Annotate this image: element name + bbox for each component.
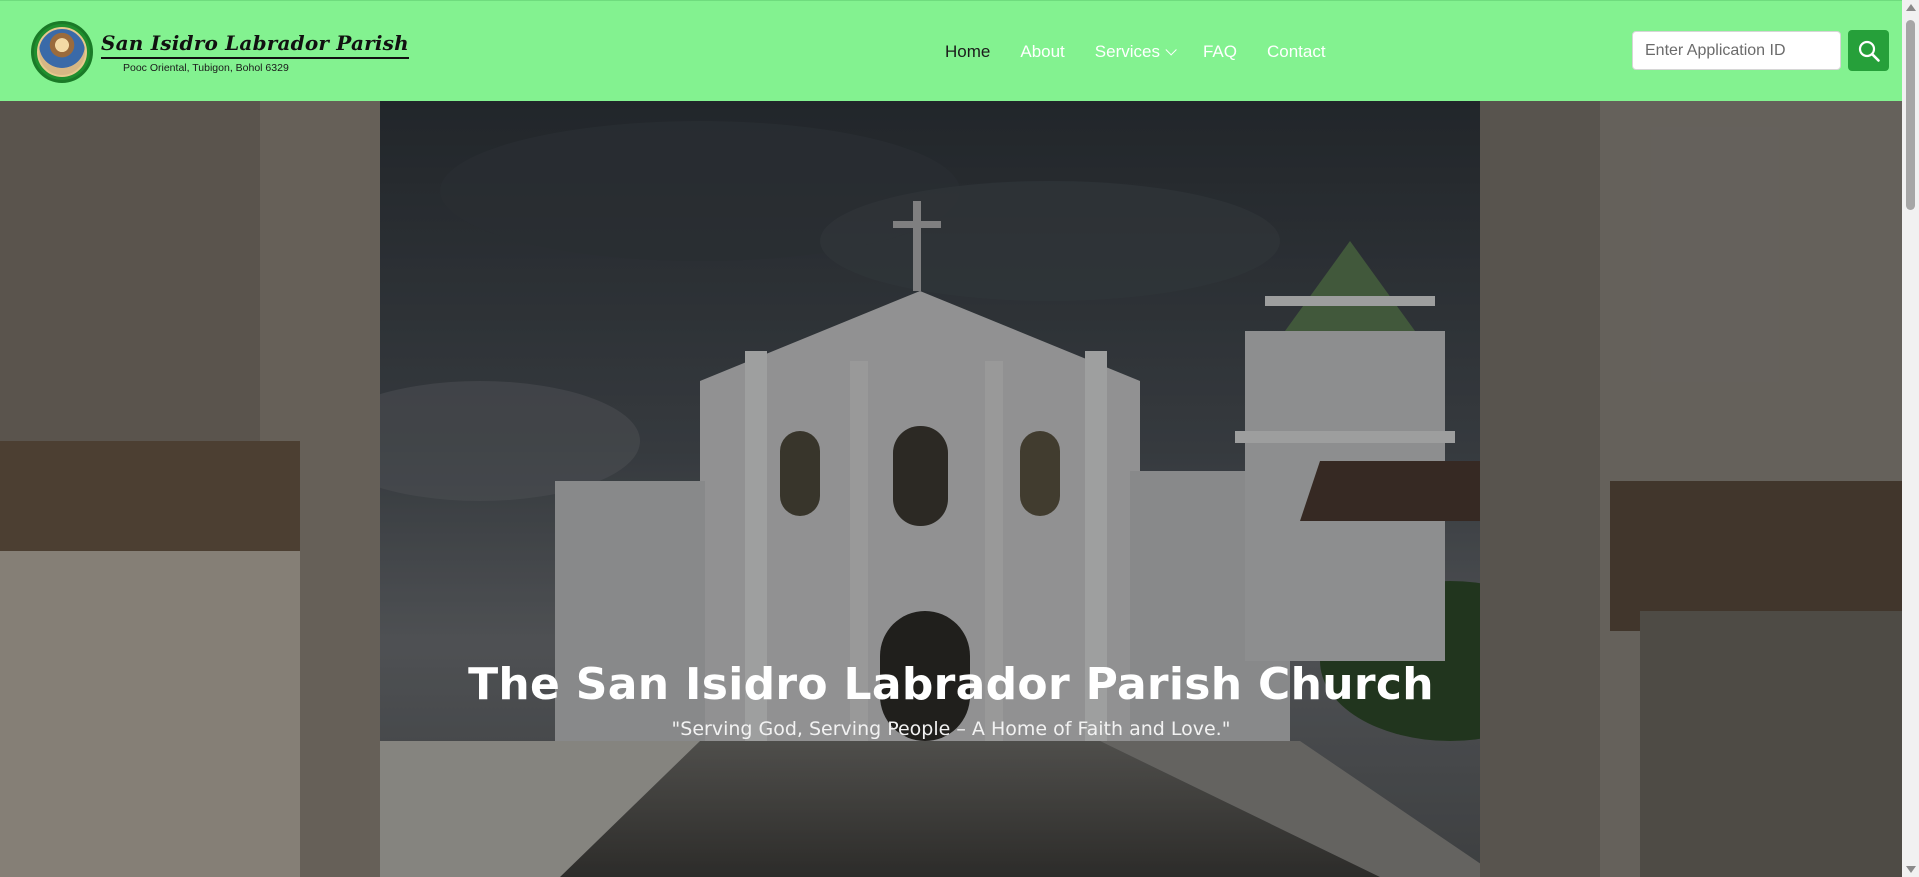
scrollbar-thumb[interactable]	[1906, 20, 1915, 210]
page-scrollbar[interactable]	[1902, 0, 1919, 877]
nav-about[interactable]: About	[1020, 42, 1064, 62]
search-icon	[1858, 40, 1880, 62]
brand-title: San Isidro Labrador Parish	[101, 31, 409, 59]
application-search	[1632, 30, 1889, 71]
brand-text: San Isidro Labrador Parish Pooc Oriental…	[101, 31, 409, 74]
brand[interactable]: San Isidro Labrador Parish Pooc Oriental…	[31, 21, 409, 83]
application-id-input[interactable]	[1632, 31, 1841, 70]
top-navbar: San Isidro Labrador Parish Pooc Oriental…	[0, 0, 1902, 101]
nav-services[interactable]: Services	[1094, 41, 1177, 62]
hero-title: The San Isidro Labrador Parish Church	[468, 659, 1434, 710]
nav-faq[interactable]: FAQ	[1203, 42, 1237, 62]
search-button[interactable]	[1848, 30, 1889, 71]
scroll-down-arrow-icon[interactable]	[1906, 866, 1916, 873]
brand-address: Pooc Oriental, Tubigon, Bohol 6329	[123, 61, 289, 74]
nav-services-label: Services	[1094, 41, 1160, 61]
hero-overlay	[0, 101, 1902, 877]
nav-contact[interactable]: Contact	[1267, 42, 1326, 62]
scroll-up-arrow-icon[interactable]	[1906, 4, 1916, 11]
chevron-down-icon	[1165, 43, 1177, 56]
parish-logo	[31, 21, 93, 83]
nav-home[interactable]: Home	[945, 42, 990, 62]
hero-tagline: "Serving God, Serving People – A Home of…	[671, 718, 1231, 740]
main-nav: Home About Services FAQ Contact	[945, 1, 1326, 102]
hero-section: The San Isidro Labrador Parish Church "S…	[0, 101, 1902, 877]
saint-portrait-icon	[37, 27, 87, 77]
